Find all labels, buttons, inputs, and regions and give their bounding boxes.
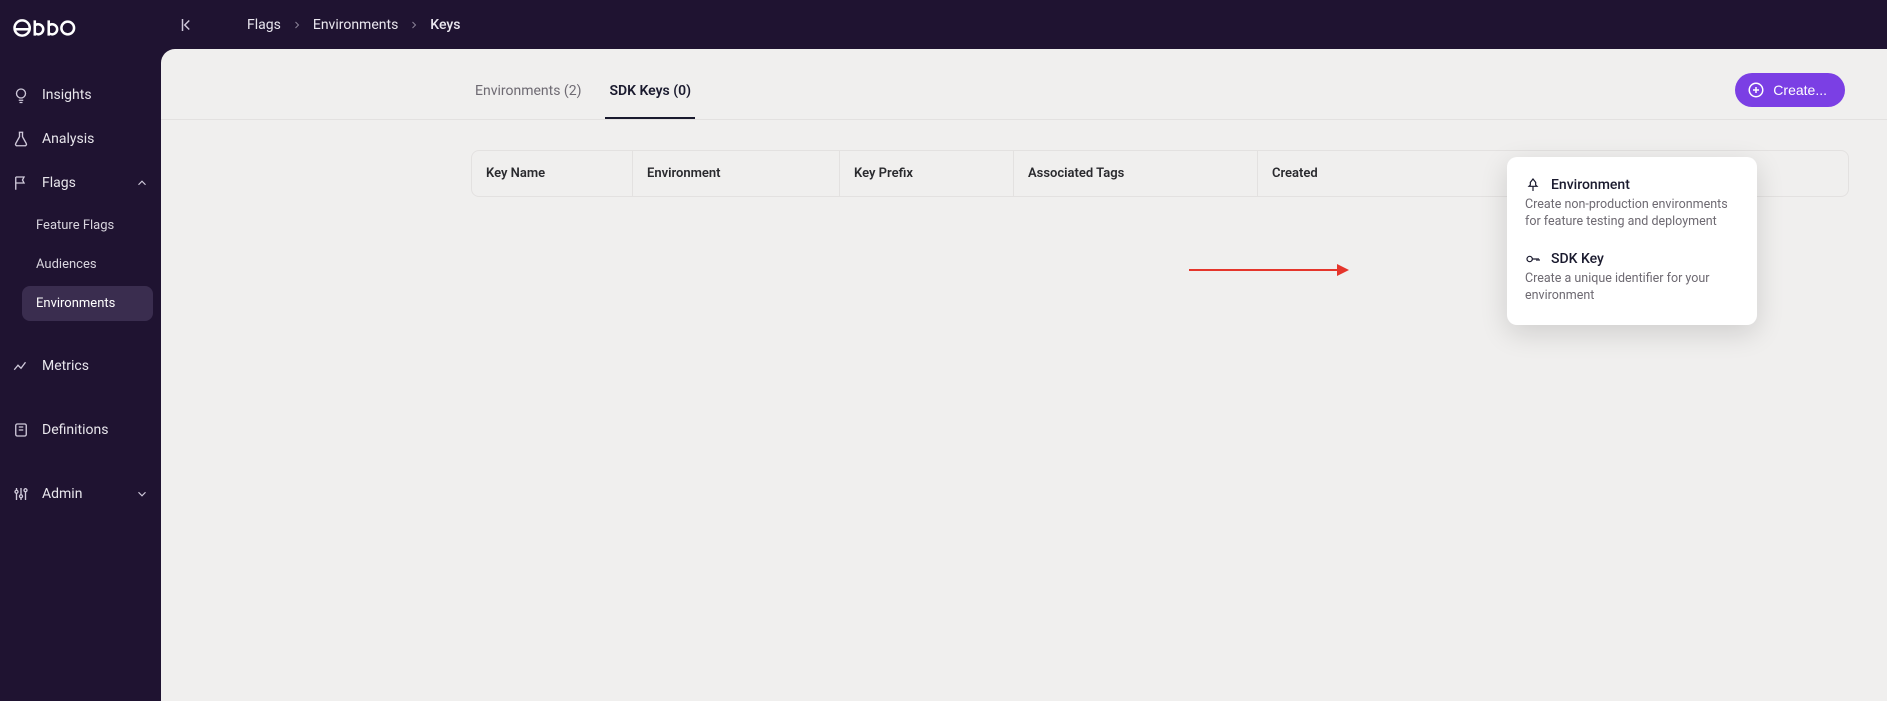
book-icon [12,421,30,439]
sidebar-item-metrics[interactable]: Metrics [0,345,161,387]
sidebar-subitem-environments[interactable]: Environments [22,286,153,321]
chevron-up-icon [135,176,149,190]
plus-circle-icon [1747,81,1765,99]
breadcrumb-keys: Keys [430,17,460,33]
sidebar-item-admin[interactable]: Admin [0,473,161,515]
tab-sdk-keys[interactable]: SDK Keys (0) [605,71,695,119]
sidebar-item-label: Analysis [42,131,94,147]
flask-icon [12,130,30,148]
th-key-name: Key Name [472,151,633,196]
tabs-row: Environments (2) SDK Keys (0) Create... [161,49,1887,120]
tab-environments[interactable]: Environments (2) [471,71,585,119]
dropdown-item-desc: Create a unique identifier for your envi… [1525,271,1739,305]
flag-icon [12,174,30,192]
sidebar-subitem-audiences[interactable]: Audiences [22,247,153,282]
sidebar-nav: Insights Analysis Flags Feature Flags A [0,62,161,515]
sliders-icon [12,485,30,503]
sidebar-item-label: Metrics [42,358,89,374]
sidebar-item-definitions[interactable]: Definitions [0,409,161,451]
sidebar-item-label: Insights [42,87,92,103]
dropdown-item-title: SDK Key [1551,251,1604,267]
sidebar-item-label: Definitions [42,422,108,438]
tabs: Environments (2) SDK Keys (0) [471,71,707,119]
pin-icon [1525,177,1541,193]
th-associated-tags: Associated Tags [1014,151,1258,196]
chevron-down-icon [135,487,149,501]
content-panel: Environments (2) SDK Keys (0) Create... … [161,49,1887,701]
lightbulb-icon [12,86,30,104]
sidebar-item-label: Flags [42,175,76,191]
main-area: Flags Environments Keys Environments (2)… [161,0,1887,701]
breadcrumb-flags[interactable]: Flags [247,17,281,33]
sidebar-item-flags[interactable]: Flags [0,162,161,204]
breadcrumb: Flags Environments Keys [247,17,460,33]
breadcrumb-environments[interactable]: Environments [313,17,398,33]
create-dropdown: Environment Create non-production enviro… [1507,157,1757,325]
dropdown-item-sdk-key[interactable]: SDK Key Create a unique identifier for y… [1507,241,1757,315]
sidebar-subitem-feature-flags[interactable]: Feature Flags [22,208,153,243]
th-environment: Environment [633,151,840,196]
sidebar-item-label: Admin [42,486,82,502]
create-button-label: Create... [1773,82,1827,98]
dropdown-item-desc: Create non-production environments for f… [1525,197,1739,231]
create-button[interactable]: Create... [1735,73,1845,107]
chevron-right-icon [291,19,303,31]
metrics-icon [12,357,30,375]
sidebar-item-insights[interactable]: Insights [0,74,161,116]
collapse-sidebar-button[interactable] [175,13,199,37]
th-key-prefix: Key Prefix [840,151,1014,196]
key-icon [1525,251,1541,267]
sidebar-item-analysis[interactable]: Analysis [0,118,161,160]
arrow-annotation [1189,262,1349,278]
chevron-right-icon [408,19,420,31]
sidebar: Insights Analysis Flags Feature Flags A [0,0,161,701]
topbar: Flags Environments Keys [161,0,1887,49]
brand-logo[interactable] [0,10,161,62]
dropdown-item-environment[interactable]: Environment Create non-production enviro… [1507,167,1757,241]
dropdown-item-title: Environment [1551,177,1630,193]
flags-subnav: Feature Flags Audiences Environments [0,206,161,323]
